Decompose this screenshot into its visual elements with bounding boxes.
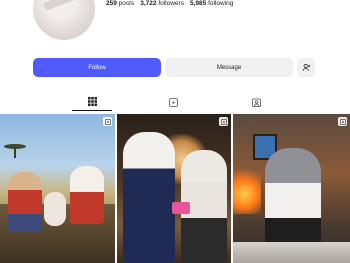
profile-stats: 259 posts 3,722 followers 5,985 followin… <box>106 0 233 8</box>
reel-badge-icon <box>219 117 228 126</box>
debris-floor <box>233 242 350 263</box>
tree-trunk <box>14 148 16 158</box>
reel-badge-icon <box>338 117 347 126</box>
follow-button[interactable]: Follow <box>33 58 161 77</box>
kitten-figure <box>44 192 66 226</box>
add-user-icon <box>302 63 310 71</box>
followers-stat[interactable]: 3,722 followers <box>140 0 184 8</box>
post-thumbnail[interactable] <box>117 114 231 263</box>
cat-figure <box>265 148 321 248</box>
tab-reels[interactable] <box>153 93 193 111</box>
tab-posts[interactable] <box>72 93 112 111</box>
cat-figure <box>70 166 104 224</box>
tagged-icon <box>251 97 261 107</box>
post-thumbnail[interactable] <box>0 114 115 263</box>
fire-glow <box>233 164 261 214</box>
gift-box <box>172 202 190 214</box>
reel-badge-icon <box>103 117 112 126</box>
post-thumbnail[interactable] <box>233 114 350 263</box>
cat-king-figure <box>123 132 175 263</box>
avatar[interactable] <box>33 0 95 40</box>
grid-icon <box>87 97 97 106</box>
message-button[interactable]: Message <box>165 58 293 77</box>
profile-tabs <box>0 93 350 111</box>
reels-icon <box>168 97 178 107</box>
woman-figure <box>8 172 42 232</box>
following-stat[interactable]: 5,985 following <box>190 0 233 8</box>
posts-stat[interactable]: 259 posts <box>106 0 134 8</box>
posts-grid <box>0 114 350 263</box>
tab-tagged[interactable] <box>236 93 276 111</box>
add-user-button[interactable] <box>297 58 315 77</box>
